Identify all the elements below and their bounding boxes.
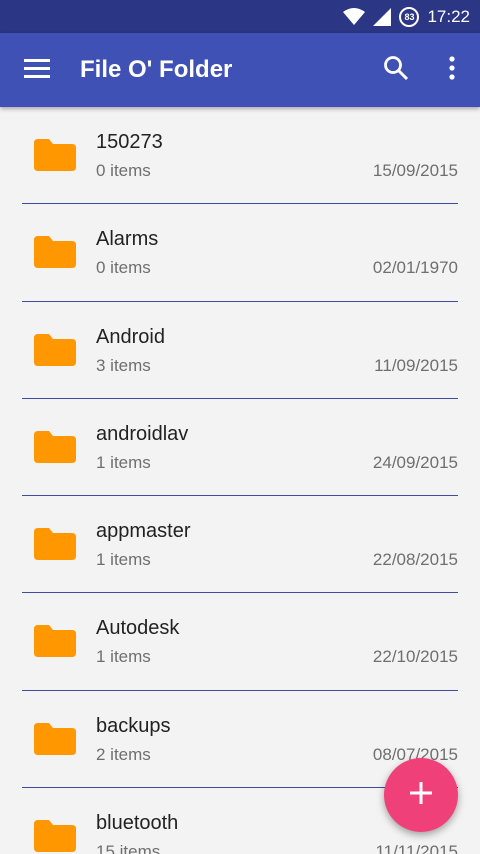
list-item[interactable]: 150273 0 items 15/09/2015 bbox=[0, 107, 480, 205]
folder-name: 150273 bbox=[96, 131, 163, 153]
folder-icon bbox=[34, 430, 76, 463]
app-bar: File O' Folder bbox=[0, 33, 480, 107]
more-vert-icon bbox=[449, 55, 455, 85]
folder-icon bbox=[34, 625, 76, 658]
add-folder-button[interactable] bbox=[384, 758, 458, 832]
list-item[interactable]: appmaster 1 items 22/08/2015 bbox=[0, 496, 480, 594]
battery-icon: 83 bbox=[399, 6, 420, 27]
item-count: 1 items bbox=[96, 452, 151, 472]
folder-date: 11/09/2015 bbox=[374, 355, 458, 375]
folder-icon bbox=[34, 236, 76, 269]
more-options-button[interactable] bbox=[424, 33, 480, 107]
item-count: 3 items bbox=[96, 355, 151, 375]
folder-name: Alarms bbox=[96, 228, 159, 251]
item-count: 1 items bbox=[96, 647, 151, 667]
folder-date: 02/01/1970 bbox=[372, 258, 458, 278]
folder-date: 22/10/2015 bbox=[372, 647, 458, 667]
menu-icon bbox=[24, 58, 50, 83]
menu-button[interactable] bbox=[0, 33, 74, 107]
folder-date: 15/09/2015 bbox=[372, 161, 458, 180]
search-button[interactable] bbox=[368, 33, 424, 107]
folder-date: 11/11/2015 bbox=[375, 842, 458, 854]
folder-icon bbox=[34, 333, 76, 366]
folder-name: androidlav bbox=[96, 422, 189, 445]
folder-name: Autodesk bbox=[96, 617, 180, 640]
wifi-icon bbox=[343, 7, 366, 26]
item-count: 0 items bbox=[96, 161, 151, 180]
item-count: 1 items bbox=[96, 550, 151, 570]
item-count: 15 items bbox=[96, 842, 161, 854]
item-count: 0 items bbox=[96, 258, 151, 278]
list-item[interactable]: Android 3 items 11/09/2015 bbox=[0, 302, 480, 399]
list-item[interactable]: Alarms 0 items 02/01/1970 bbox=[0, 204, 480, 302]
clock: 17:22 bbox=[427, 6, 470, 26]
folder-icon bbox=[34, 820, 76, 853]
folder-list: 150273 0 items 15/09/2015 Alarms 0 items… bbox=[0, 107, 480, 854]
folder-date: 24/09/2015 bbox=[372, 452, 458, 472]
folder-icon bbox=[34, 722, 76, 755]
folder-date: 22/08/2015 bbox=[372, 550, 458, 570]
list-item[interactable]: Autodesk 1 items 22/10/2015 bbox=[0, 593, 480, 691]
search-icon bbox=[383, 55, 409, 86]
folder-name: appmaster bbox=[96, 520, 191, 543]
folder-icon bbox=[34, 528, 76, 561]
folder-name: Android bbox=[96, 325, 165, 348]
status-bar: 83 17:22 bbox=[0, 0, 480, 33]
battery-level: 83 bbox=[399, 6, 420, 27]
folder-name: bluetooth bbox=[96, 812, 179, 835]
folder-icon bbox=[34, 139, 76, 171]
folder-name: backups bbox=[96, 714, 171, 737]
cell-signal-icon bbox=[373, 7, 392, 26]
plus-icon bbox=[410, 781, 432, 809]
list-item[interactable]: androidlav 1 items 24/09/2015 bbox=[0, 399, 480, 497]
item-count: 2 items bbox=[96, 744, 151, 764]
app-title: File O' Folder bbox=[80, 56, 233, 83]
